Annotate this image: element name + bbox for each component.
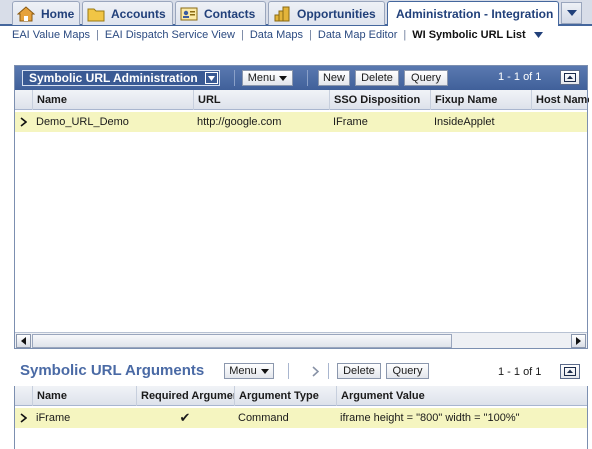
toolbar-divider bbox=[328, 363, 329, 379]
menu-button[interactable]: Menu bbox=[224, 363, 274, 379]
query-button[interactable]: Query bbox=[404, 70, 448, 86]
more-tabs-button[interactable] bbox=[561, 2, 582, 24]
column-header-name[interactable]: Name bbox=[32, 90, 193, 110]
cell-argument-value[interactable]: iframe height = "800" width = "100%" bbox=[336, 408, 589, 428]
grid-header: Name URL SSO Disposition Fixup Name Host… bbox=[15, 90, 589, 110]
row-indicator-header bbox=[15, 90, 32, 110]
view-link-bar: EAI Value Maps | EAI Dispatch Service Vi… bbox=[0, 26, 592, 44]
tab-contacts-label: Contacts bbox=[204, 6, 256, 21]
menu-button-label: Menu bbox=[229, 365, 257, 377]
chevron-down-icon bbox=[566, 10, 577, 16]
cell-required-argument[interactable]: ✔ bbox=[136, 408, 234, 428]
row-selected-indicator bbox=[15, 408, 31, 428]
cell-host-name[interactable] bbox=[531, 112, 589, 132]
cell-name[interactable]: Demo_URL_Demo bbox=[32, 112, 193, 132]
symbolic-url-arguments-applet: Name Required Argument Argument Type Arg… bbox=[14, 386, 588, 449]
cell-name[interactable]: iFrame bbox=[32, 408, 136, 428]
more-views-dropdown[interactable] bbox=[533, 29, 543, 41]
toolbar-divider bbox=[288, 363, 289, 379]
chevron-down-icon bbox=[279, 75, 288, 81]
cell-fixup-name[interactable]: InsideApplet bbox=[430, 112, 531, 132]
table-row[interactable]: iFrame ✔ Command iframe height = "800" w… bbox=[15, 408, 587, 428]
tab-contacts[interactable]: Contacts bbox=[175, 1, 266, 25]
current-view-label: WI Symbolic URL List bbox=[412, 29, 526, 41]
cell-sso-disposition[interactable]: IFrame bbox=[329, 112, 430, 132]
cell-url[interactable]: http://google.com bbox=[193, 112, 329, 132]
screen-tab-bar: Home Accounts Contacts Opportunities Adm… bbox=[0, 0, 592, 26]
tab-administration-integration[interactable]: Administration - Integration bbox=[387, 1, 559, 26]
folder-icon bbox=[87, 8, 105, 21]
column-header-name[interactable]: Name bbox=[32, 386, 136, 406]
cell-argument-type[interactable]: Command bbox=[234, 408, 336, 428]
contact-card-icon bbox=[180, 7, 198, 20]
tab-home[interactable]: Home bbox=[12, 1, 80, 25]
column-header-host-name[interactable]: Host Name bbox=[531, 90, 589, 110]
scrollbar-thumb[interactable] bbox=[32, 334, 452, 348]
applet-toolbar: Symbolic URL Administration Menu New Del… bbox=[15, 66, 587, 90]
chevron-down-icon bbox=[533, 32, 543, 38]
record-count: 1 - 1 of 1 bbox=[498, 71, 542, 83]
tab-opportunities-label: Opportunities bbox=[297, 6, 376, 21]
arrow-right-icon bbox=[576, 337, 581, 345]
tab-opportunities[interactable]: Opportunities bbox=[268, 1, 385, 25]
chevron-down-icon bbox=[205, 72, 218, 84]
row-indicator-header bbox=[15, 386, 32, 406]
new-button[interactable]: New bbox=[318, 70, 350, 86]
tab-home-label: Home bbox=[41, 6, 75, 21]
link-eai-dispatch-service-view[interactable]: EAI Dispatch Service View bbox=[99, 29, 241, 41]
applet-title: Symbolic URL Administration bbox=[29, 71, 198, 85]
menu-button[interactable]: Menu bbox=[242, 70, 293, 86]
home-icon bbox=[17, 5, 35, 21]
column-header-sso-disposition[interactable]: SSO Disposition bbox=[329, 90, 430, 110]
maximize-applet-icon[interactable] bbox=[560, 364, 580, 379]
tab-accounts-label: Accounts bbox=[111, 6, 166, 21]
link-data-map-editor[interactable]: Data Map Editor bbox=[312, 29, 403, 41]
toolbar-divider bbox=[307, 70, 308, 86]
delete-button[interactable]: Delete bbox=[337, 363, 381, 379]
grid-header: Name Required Argument Argument Type Arg… bbox=[15, 386, 587, 406]
arrow-left-icon bbox=[21, 337, 26, 345]
column-header-url[interactable]: URL bbox=[193, 90, 329, 110]
column-header-argument-type[interactable]: Argument Type bbox=[234, 386, 336, 406]
delete-button[interactable]: Delete bbox=[355, 70, 399, 86]
tab-administration-integration-label: Administration - Integration bbox=[396, 7, 554, 21]
symbolic-url-admin-applet: Symbolic URL Administration Menu New Del… bbox=[14, 65, 589, 349]
next-record-icon[interactable] bbox=[312, 366, 320, 380]
column-header-fixup-name[interactable]: Fixup Name bbox=[430, 90, 531, 110]
maximize-applet-icon[interactable] bbox=[560, 70, 580, 85]
coins-icon bbox=[274, 6, 290, 21]
table-row[interactable]: Demo_URL_Demo http://google.com IFrame I… bbox=[15, 112, 587, 132]
toolbar-divider bbox=[234, 70, 235, 86]
horizontal-scrollbar[interactable] bbox=[15, 332, 587, 348]
tab-accounts[interactable]: Accounts bbox=[82, 1, 173, 25]
row-selected-indicator bbox=[15, 112, 31, 132]
applet-title-arguments: Symbolic URL Arguments bbox=[20, 362, 205, 379]
query-button[interactable]: Query bbox=[386, 363, 429, 379]
column-header-required-argument[interactable]: Required Argument bbox=[136, 386, 234, 406]
record-count: 1 - 1 of 1 bbox=[498, 366, 542, 378]
scroll-right-button[interactable] bbox=[571, 334, 586, 348]
menu-button-label: Menu bbox=[247, 72, 276, 84]
link-data-maps[interactable]: Data Maps bbox=[244, 29, 309, 41]
chevron-down-icon bbox=[260, 368, 269, 374]
scroll-left-button[interactable] bbox=[16, 334, 31, 348]
link-eai-value-maps[interactable]: EAI Value Maps bbox=[0, 29, 96, 41]
column-header-argument-value[interactable]: Argument Value bbox=[336, 386, 589, 406]
applet-title-selector[interactable]: Symbolic URL Administration bbox=[22, 70, 220, 86]
